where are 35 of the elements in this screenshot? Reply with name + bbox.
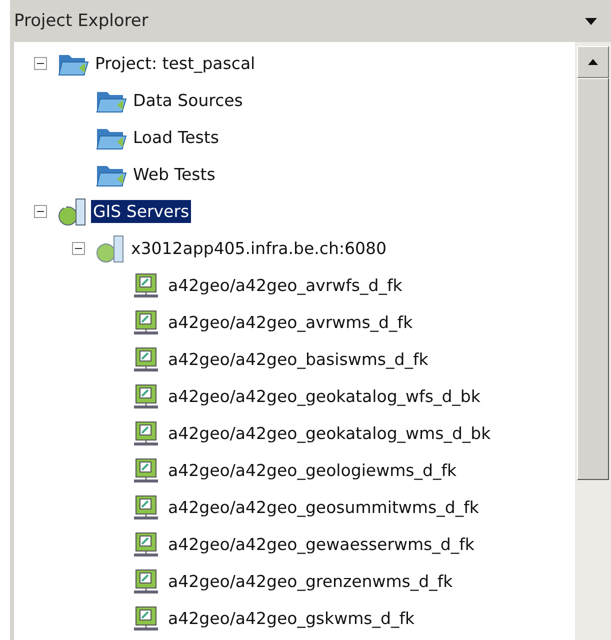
collapse-toggle[interactable]	[34, 205, 47, 218]
panel-title: Project Explorer	[14, 11, 148, 31]
monitor-icon	[133, 568, 159, 596]
tree-item[interactable]: Load Tests	[131, 126, 221, 149]
tree-item[interactable]: a42geo/a42geo_geosummitwms_d_fk	[166, 496, 481, 519]
scroll-thumb[interactable]	[577, 78, 609, 480]
tree-item[interactable]: a42geo/a42geo_avrwms_d_fk	[166, 311, 415, 334]
tree-item[interactable]: Web Tests	[131, 163, 218, 186]
tree-item[interactable]: x3012app405.infra.be.ch:6080	[129, 237, 388, 260]
monitor-icon	[133, 272, 159, 300]
tree-item[interactable]: a42geo/a42geo_basiswms_d_fk	[166, 348, 430, 371]
monitor-icon	[133, 420, 159, 448]
tree-item[interactable]: Data Sources	[131, 89, 245, 112]
monitor-icon	[133, 382, 159, 410]
tree-item[interactable]: a42geo/a42geo_geokatalog_wms_d_bk	[166, 422, 493, 445]
monitor-icon	[133, 456, 159, 484]
scroll-up-button[interactable]	[577, 46, 609, 78]
collapse-toggle[interactable]	[34, 57, 47, 70]
tree-item[interactable]: a42geo/a42geo_grenzenwms_d_fk	[166, 570, 455, 593]
tree-item[interactable]: a42geo/a42geo_gewaesserwms_d_fk	[166, 533, 476, 556]
tree-item[interactable]: Project: test_pascal	[93, 52, 258, 75]
monitor-icon	[133, 530, 159, 558]
monitor-icon	[133, 494, 159, 522]
dropdown-arrow-icon[interactable]	[585, 18, 597, 24]
tree-item[interactable]: GIS Servers	[91, 200, 192, 223]
tree-item[interactable]: a42geo/a42geo_geokatalog_wfs_d_bk	[166, 385, 482, 408]
tree-item[interactable]: a42geo/a42geo_geologiewms_d_fk	[166, 459, 459, 482]
monitor-icon	[133, 308, 159, 336]
up-arrow-icon	[588, 59, 598, 65]
monitor-icon	[133, 346, 159, 374]
scrollbar[interactable]	[575, 42, 611, 640]
collapse-toggle[interactable]	[72, 242, 85, 255]
tree-item[interactable]: a42geo/a42geo_gskwms_d_fk	[166, 607, 417, 630]
monitor-icon	[133, 604, 159, 632]
tree-item[interactable]: a42geo/a42geo_avrwfs_d_fk	[166, 274, 404, 297]
